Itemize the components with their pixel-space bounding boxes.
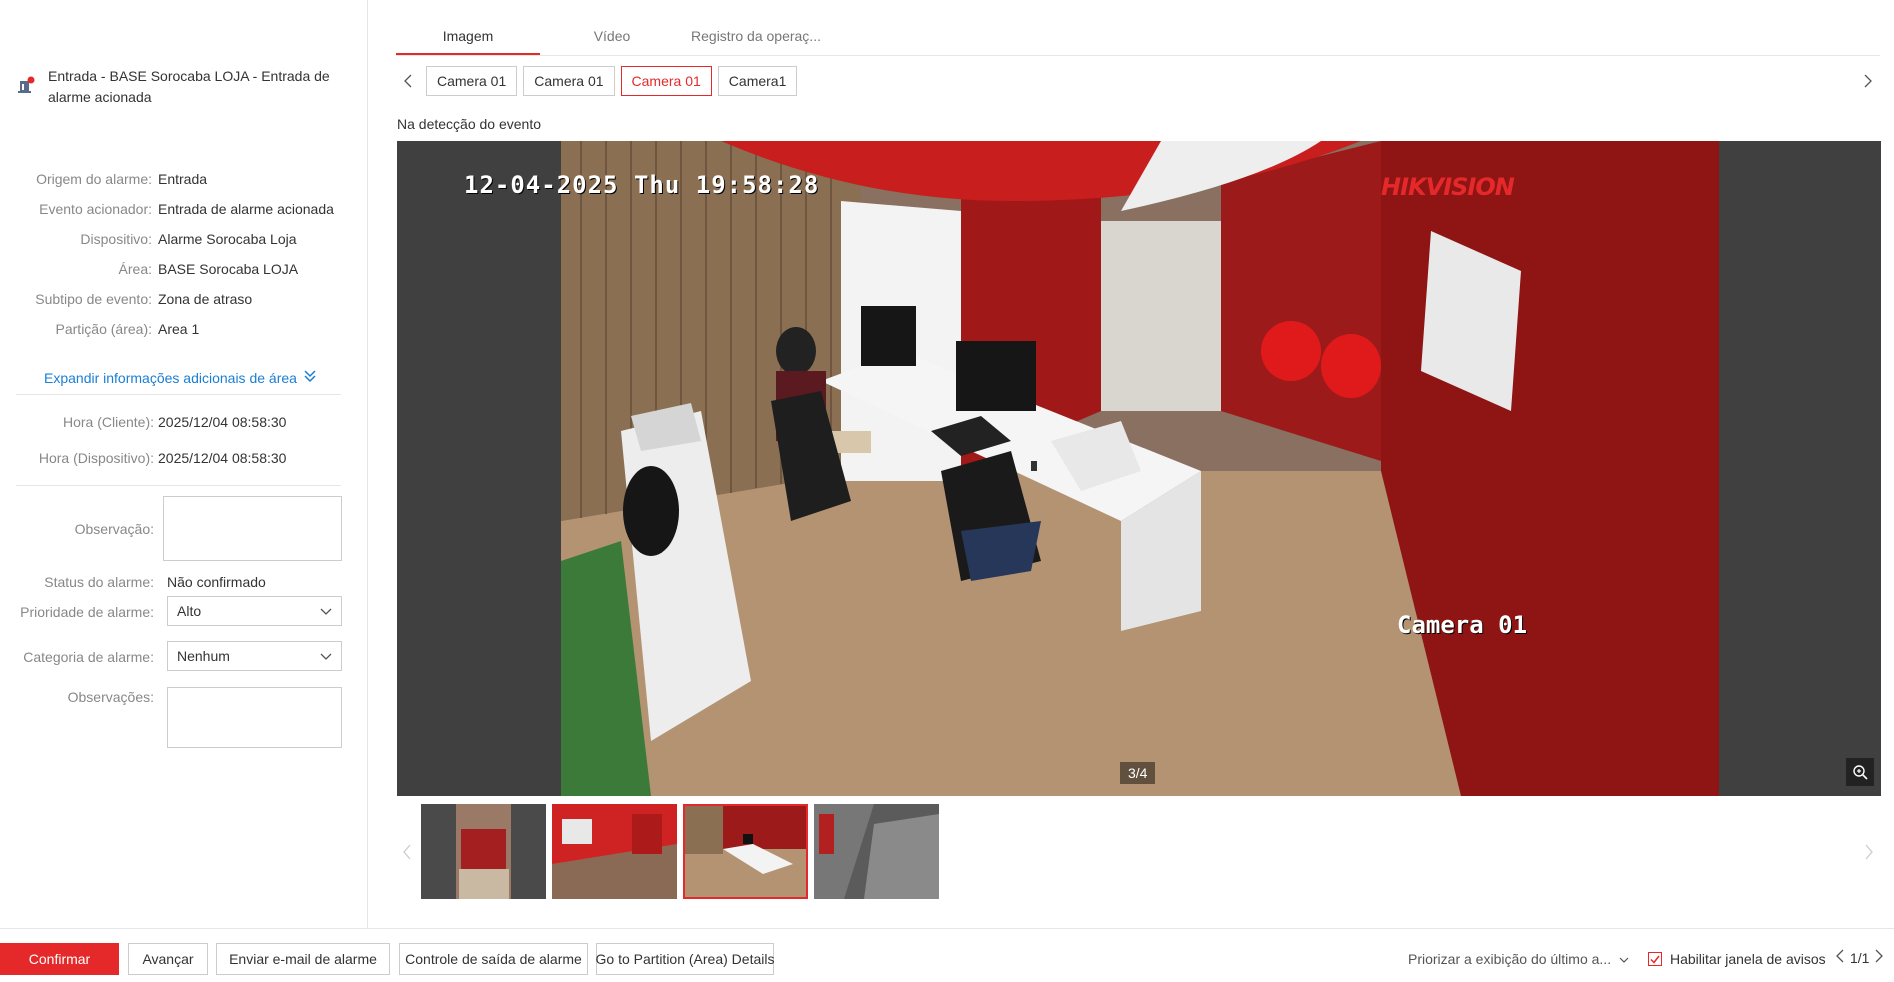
image-viewer: 12-04-2025 Thu 19:58:28 HIKVISION Camera… [397, 141, 1881, 796]
remarks-label: Observações: [67, 689, 154, 705]
alarm-input-icon [18, 76, 36, 94]
pager-label: 1/1 [1850, 949, 1870, 966]
prioritize-dropdown[interactable]: Priorizar a exibição do último a... [1408, 951, 1629, 967]
detail-value: Alarme Sorocaba Loja [158, 231, 297, 247]
remarks-textarea[interactable] [167, 687, 342, 748]
detail-row-trigger-event: Evento acionador: Entrada de alarme acio… [0, 200, 350, 218]
camera-button[interactable]: Camera 01 [523, 66, 615, 96]
thumbnail-2[interactable] [552, 804, 677, 899]
detail-label: Evento acionador: [39, 201, 152, 217]
priority-label: Prioridade de alarme: [20, 604, 154, 620]
status-label: Status do alarme: [44, 574, 154, 590]
time-row-client: Hora (Cliente): 2025/12/04 08:58:30 [0, 414, 350, 430]
detail-label: Dispositivo: [80, 231, 152, 247]
tab-image[interactable]: Imagem [396, 18, 540, 55]
chevron-down-icon [320, 648, 332, 664]
detail-value: Area 1 [158, 321, 200, 337]
detail-row-partition: Partição (área): Area 1 [0, 320, 350, 338]
priority-select-value: Alto [177, 603, 202, 619]
alarm-output-control-button[interactable]: Controle de saída de alarme [399, 943, 588, 975]
camera-button[interactable]: Camera1 [717, 66, 798, 96]
time-row-device: Hora (Dispositivo): 2025/12/04 08:58:30 [0, 450, 350, 466]
detail-label: Partição (área): [55, 321, 152, 337]
alarm-header: Entrada - BASE Sorocaba LOJA - Entrada d… [18, 66, 348, 108]
double-chevron-down-icon [303, 369, 317, 386]
media-tabs: Imagem Vídeo Registro da operaç... [396, 18, 1880, 56]
osd-brand-watermark: HIKVISION [1381, 173, 1515, 201]
enable-popup-checkbox[interactable]: Habilitar janela de avisos [1648, 951, 1826, 967]
partition-details-button[interactable]: Go to Partition (Area) Details [596, 943, 774, 975]
thumbnail-1[interactable] [421, 804, 546, 899]
category-select[interactable]: Nenhum [167, 641, 342, 671]
thumbnail-4[interactable] [814, 804, 939, 899]
osd-timestamp: 12-04-2025 Thu 19:58:28 [464, 171, 820, 199]
send-email-button[interactable]: Enviar e-mail de alarme [216, 943, 390, 975]
camera-strip: Camera 01 Camera 01 Camera 01 Camera1 [396, 66, 1880, 96]
camera-button-active[interactable]: Camera 01 [620, 66, 712, 96]
alarm-details-panel: Entrada - BASE Sorocaba LOJA - Entrada d… [0, 0, 368, 928]
pager-next-icon[interactable] [1875, 949, 1884, 966]
thumb-chevron-left-icon[interactable] [397, 840, 417, 864]
expand-area-info-label: Expandir informações adicionais de área [44, 369, 297, 386]
advance-button[interactable]: Avançar [128, 943, 208, 975]
pager: 1/1 [1836, 949, 1884, 966]
action-bar: Confirmar Avançar Enviar e-mail de alarm… [0, 928, 1894, 982]
time-label: Hora (Dispositivo): [38, 450, 154, 466]
time-value: 2025/12/04 08:58:30 [158, 450, 287, 466]
detail-value: BASE Sorocaba LOJA [158, 261, 299, 277]
confirm-button[interactable]: Confirmar [0, 943, 119, 975]
osd-camera-name: Camera 01 [1397, 611, 1528, 639]
detail-row-area: Área: BASE Sorocaba LOJA [0, 260, 350, 278]
chevron-right-icon[interactable] [1856, 66, 1880, 96]
event-detection-label: Na detecção do evento [397, 116, 541, 132]
category-label: Categoria de alarme: [23, 649, 154, 665]
thumb-chevron-right-icon[interactable] [1859, 840, 1879, 864]
chevron-left-icon[interactable] [396, 66, 420, 96]
time-label: Hora (Cliente): [62, 414, 154, 430]
image-counter: 3/4 [1120, 762, 1156, 784]
detail-label: Subtipo de evento: [35, 291, 152, 307]
prioritize-label: Priorizar a exibição do último a... [1408, 951, 1612, 967]
detail-label: Área: [118, 261, 152, 277]
tab-operation-log[interactable]: Registro da operaç... [684, 18, 828, 55]
chevron-down-icon [1619, 951, 1629, 967]
category-select-value: Nenhum [177, 648, 230, 664]
observation-label: Observação: [74, 521, 154, 537]
tab-video[interactable]: Vídeo [540, 18, 684, 55]
status-value: Não confirmado [167, 574, 266, 590]
camera-snapshot [561, 141, 1719, 796]
detail-value: Zona de atraso [158, 291, 253, 307]
thumbnail-strip [397, 804, 1881, 900]
observation-textarea[interactable] [163, 496, 342, 561]
detail-row-origin: Origem do alarme: Entrada [0, 170, 350, 188]
zoom-in-icon[interactable] [1846, 758, 1874, 786]
detail-row-device: Dispositivo: Alarme Sorocaba Loja [0, 230, 350, 248]
divider [16, 394, 341, 395]
chevron-down-icon [320, 603, 332, 619]
detail-value: Entrada [158, 171, 208, 187]
checkbox-checked-icon [1648, 952, 1662, 966]
time-value: 2025/12/04 08:58:30 [158, 414, 287, 430]
alarm-title: Entrada - BASE Sorocaba LOJA - Entrada d… [48, 68, 330, 105]
pager-prev-icon[interactable] [1836, 949, 1844, 966]
detail-label: Origem do alarme: [36, 171, 152, 187]
expand-area-info-link[interactable]: Expandir informações adicionais de área [44, 369, 317, 386]
camera-button[interactable]: Camera 01 [426, 66, 518, 96]
priority-select[interactable]: Alto [167, 596, 342, 626]
divider [16, 485, 341, 486]
enable-popup-label: Habilitar janela de avisos [1670, 951, 1826, 967]
thumbnail-3-active[interactable] [683, 804, 808, 899]
detail-row-event-subtype: Subtipo de evento: Zona de atraso [0, 290, 350, 308]
detail-value: Entrada de alarme acionada [158, 201, 334, 217]
